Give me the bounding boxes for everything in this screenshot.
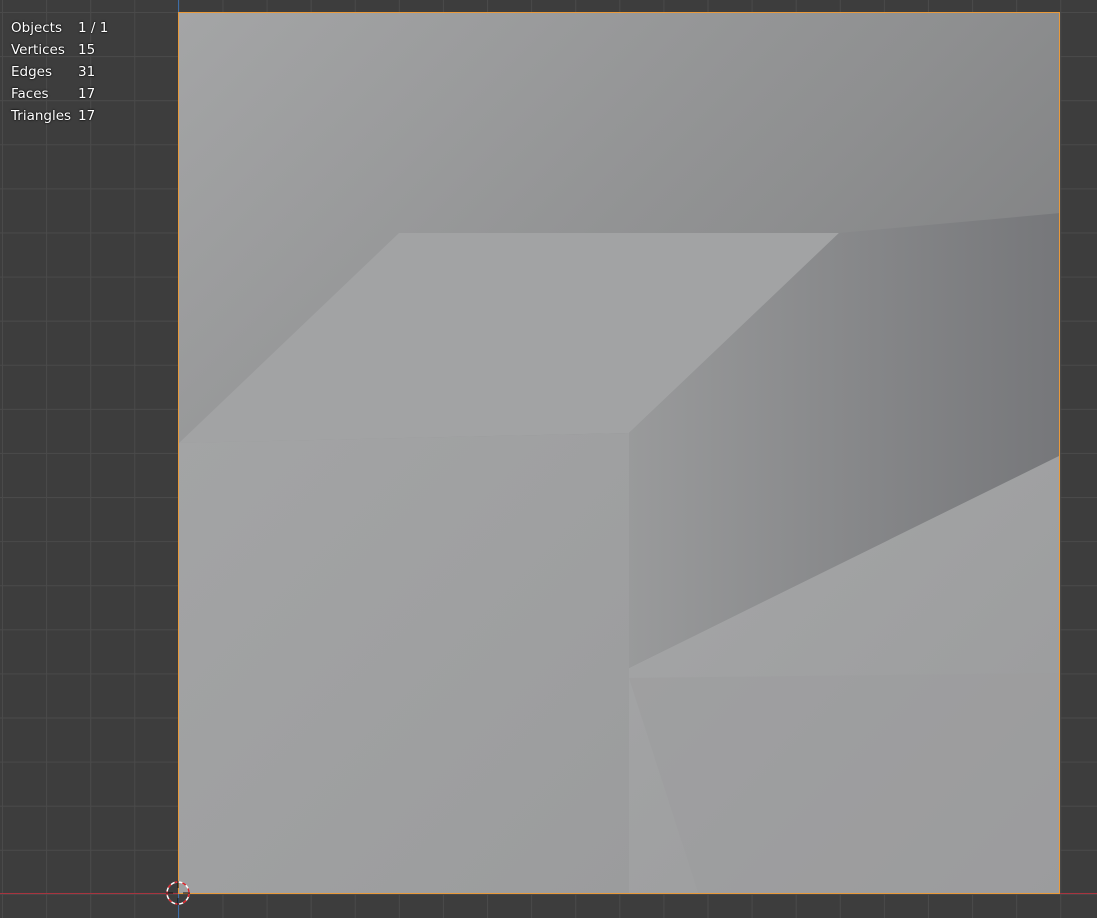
stat-label: Edges [11,64,53,80]
stat-value: 1 / 1 [78,20,109,36]
3d-cursor-icon[interactable] [166,881,190,905]
stat-row-vertices: Vertices 15 [11,39,108,61]
stat-value: 17 [78,108,96,124]
mesh-face-front [179,433,629,893]
stat-value: 17 [78,86,96,102]
scene-statistics-overlay: Objects 1 / 1 Vertices 15 Edges 31 Faces… [11,17,108,127]
stat-row-edges: Edges 31 [11,61,108,83]
stat-label: Objects [11,20,63,36]
stat-label: Triangles [11,108,72,124]
stat-row-objects: Objects 1 / 1 [11,17,108,39]
stat-label: Faces [11,86,49,102]
selected-mesh-object[interactable] [178,12,1060,894]
mesh-face-floor [629,673,1059,893]
stat-value: 15 [78,42,96,58]
mesh-faces [179,213,1059,893]
stat-label: Vertices [11,42,65,58]
stat-row-triangles: Triangles 17 [11,105,108,127]
stat-value: 31 [78,64,96,80]
stat-row-faces: Faces 17 [11,83,108,105]
